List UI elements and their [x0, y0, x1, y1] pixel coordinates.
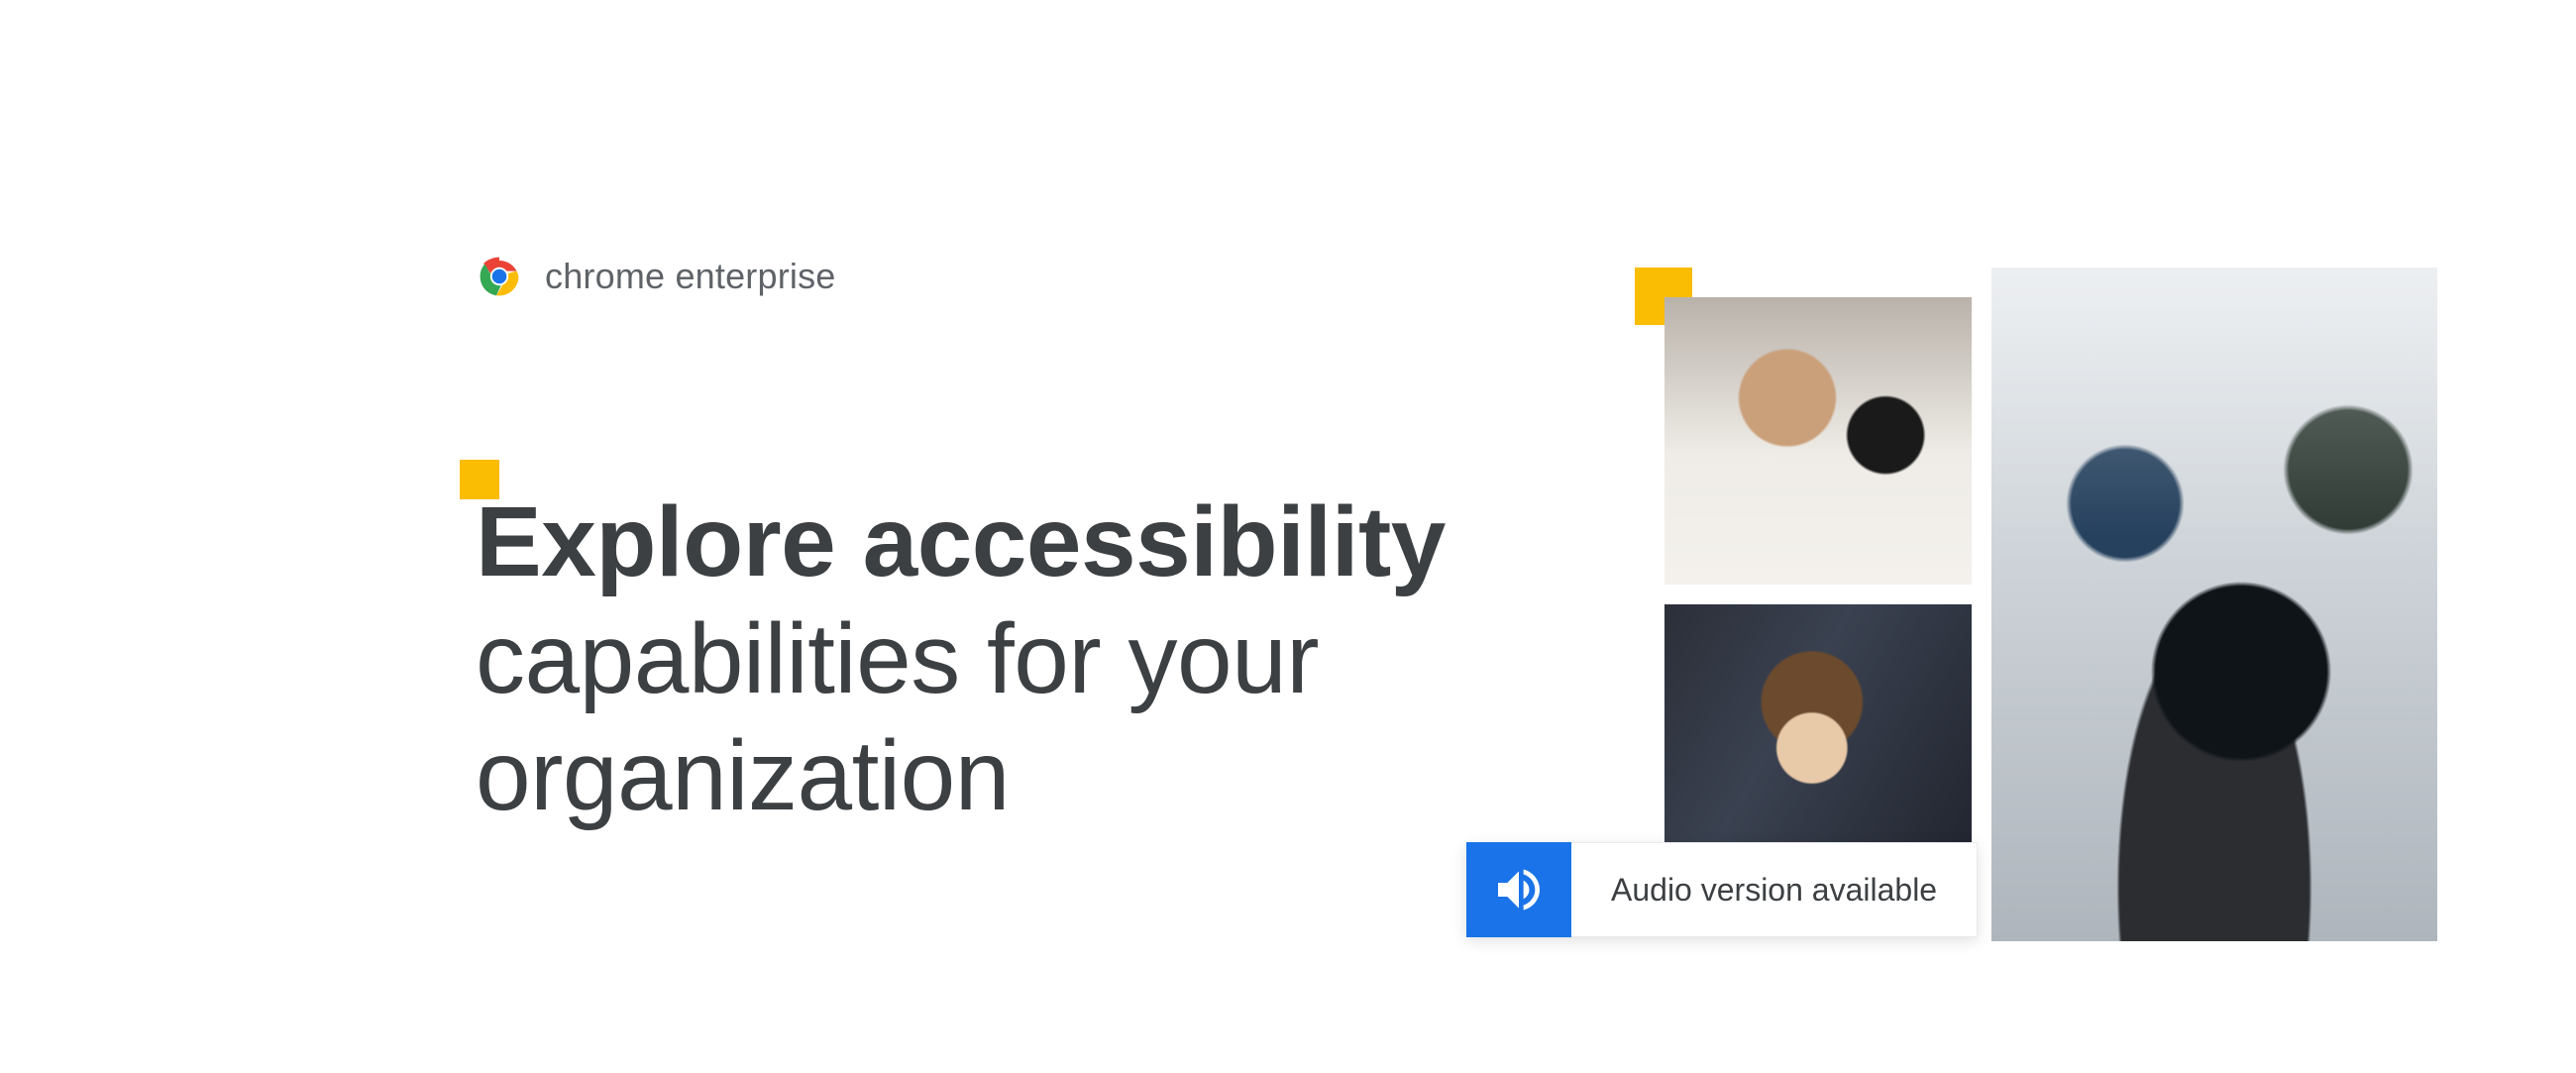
- brand-lockup: chrome enterprise: [476, 253, 836, 300]
- headline-text: Explore accessibility capabilities for y…: [476, 483, 1446, 834]
- audio-version-badge[interactable]: Audio version available: [1466, 842, 1978, 937]
- headline: Explore accessibility capabilities for y…: [476, 483, 1446, 834]
- headline-line-2: organization: [476, 720, 1010, 831]
- headline-line-1: capabilities for your: [476, 603, 1319, 714]
- brand-text: chrome enterprise: [545, 256, 836, 297]
- chrome-icon: [476, 253, 523, 300]
- image-collage: [1625, 268, 2437, 941]
- audio-version-label: Audio version available: [1571, 842, 1978, 937]
- photo-office-meeting-wheelchair: [1991, 268, 2437, 941]
- hero-banner: chrome enterprise Explore accessibility …: [0, 0, 2576, 1073]
- speaker-icon: [1466, 842, 1571, 937]
- photo-person-with-phone: [1664, 297, 1972, 585]
- headline-strong: Explore accessibility: [476, 486, 1446, 597]
